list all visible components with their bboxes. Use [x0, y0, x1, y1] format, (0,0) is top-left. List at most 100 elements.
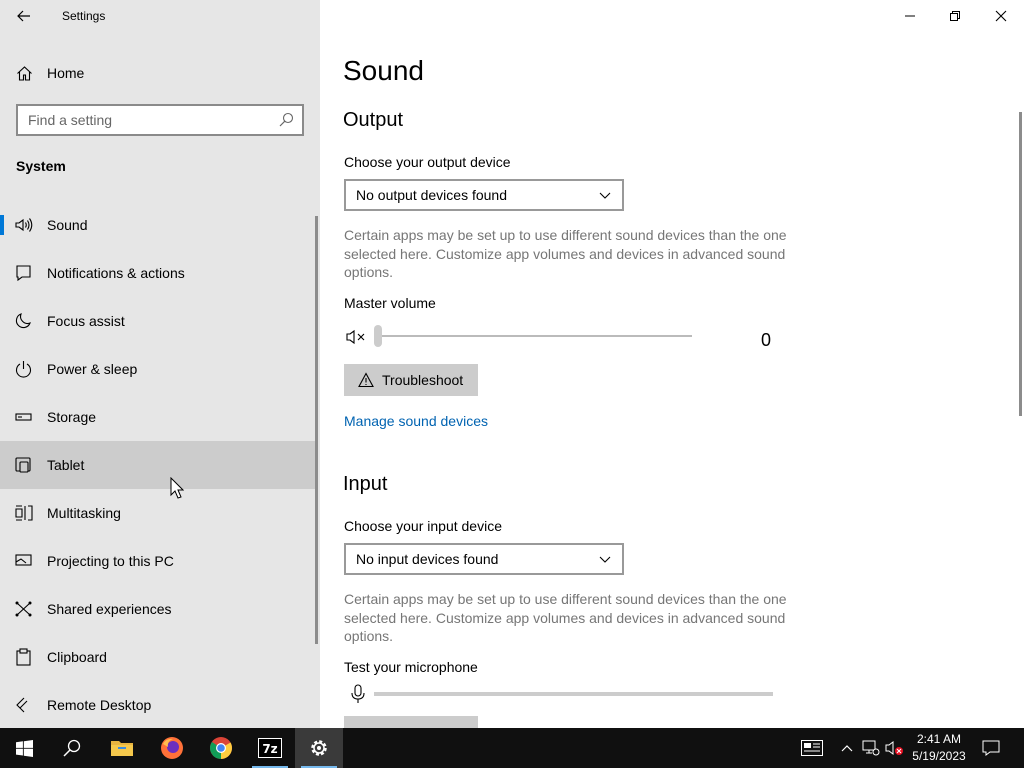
sidebar-item-projecting[interactable]: Projecting to this PC	[0, 537, 316, 585]
sidebar-item-tablet[interactable]: Tablet	[0, 441, 316, 489]
speaker-icon	[15, 218, 33, 232]
sidebar-item-label: Notifications & actions	[47, 265, 185, 281]
master-volume-value: 0	[761, 330, 772, 350]
taskbar-search-button[interactable]	[48, 728, 96, 768]
sidebar-item-label: Focus assist	[47, 313, 125, 329]
action-center-icon	[982, 740, 1000, 756]
chevron-down-icon	[599, 192, 611, 199]
partially-visible-button[interactable]	[344, 716, 478, 728]
tablet-icon	[15, 457, 31, 473]
news-icon	[801, 740, 823, 756]
speaker-muted-icon	[885, 741, 903, 755]
main-scrollbar[interactable]	[1019, 112, 1022, 416]
taskbar-firefox[interactable]	[148, 728, 196, 768]
sidebar-item-label: Multitasking	[47, 505, 121, 521]
clipboard-icon	[16, 648, 31, 666]
arrow-left-icon	[17, 10, 30, 22]
sidebar-item-focus-assist[interactable]: Focus assist	[0, 297, 316, 345]
chevron-down-icon	[599, 556, 611, 563]
microphone-level-meter	[374, 692, 773, 696]
start-button[interactable]	[0, 728, 48, 768]
sidebar-item-notifications[interactable]: Notifications & actions	[0, 249, 316, 297]
restore-button[interactable]	[932, 0, 978, 32]
app-title: Settings	[62, 9, 106, 23]
network-icon	[862, 740, 880, 756]
selection-indicator	[0, 215, 4, 235]
sidebar-item-label: Sound	[47, 217, 88, 233]
sidebar-item-power-sleep[interactable]: Power & sleep	[0, 345, 316, 393]
action-center-button[interactable]	[981, 738, 1001, 758]
sidebar-item-shared-experiences[interactable]: Shared experiences	[0, 585, 316, 633]
sidebar: Settings Home System Sound Notifications…	[0, 0, 320, 728]
clock-time: 2:41 AM	[916, 732, 962, 746]
home-label: Home	[47, 65, 85, 81]
news-widget[interactable]	[800, 738, 824, 758]
output-device-dropdown[interactable]: No output devices found	[344, 179, 624, 211]
sidebar-item-storage[interactable]: Storage	[0, 393, 316, 441]
troubleshoot-label: Troubleshoot	[382, 372, 464, 388]
master-volume-label: Master volume	[344, 295, 436, 311]
section-label-system: System	[16, 158, 66, 174]
input-device-label: Choose your input device	[344, 518, 502, 534]
manage-sound-devices-link[interactable]: Manage sound devices	[344, 413, 488, 429]
sidebar-nav: Sound Notifications & actions Focus assi…	[0, 201, 316, 728]
start-icon	[15, 739, 33, 757]
notification-icon	[16, 265, 31, 282]
mouse-cursor-icon	[170, 477, 184, 499]
taskbar: 7z 2:41 AM 5/19/2023	[0, 728, 1024, 768]
microphone-icon	[351, 684, 365, 703]
input-device-dropdown[interactable]: No input devices found	[344, 543, 624, 575]
search-icon[interactable]	[278, 112, 294, 128]
taskbar-clock[interactable]: 2:41 AM 5/19/2023	[906, 731, 972, 765]
sidebar-item-home[interactable]: Home	[0, 56, 320, 90]
sidebar-item-label: Shared experiences	[47, 601, 172, 617]
taskbar-chrome[interactable]	[197, 728, 245, 768]
sidebar-item-sound[interactable]: Sound	[0, 201, 316, 249]
output-device-value: No output devices found	[356, 187, 507, 203]
firefox-icon	[161, 737, 183, 759]
sidebar-item-clipboard[interactable]: Clipboard	[0, 633, 316, 681]
output-device-label: Choose your output device	[344, 154, 511, 170]
search-box[interactable]	[16, 104, 304, 136]
search-icon	[63, 739, 81, 757]
close-button[interactable]	[978, 0, 1024, 32]
speaker-mute-icon[interactable]	[346, 328, 368, 346]
taskbar-settings[interactable]	[295, 728, 343, 768]
minimize-button[interactable]	[887, 0, 933, 32]
back-button[interactable]	[10, 4, 38, 28]
close-icon	[995, 10, 1007, 22]
multitasking-icon	[15, 505, 33, 521]
page-title: Sound	[343, 55, 424, 86]
search-input[interactable]	[18, 106, 268, 134]
network-status[interactable]	[861, 738, 881, 758]
7zip-icon: 7z	[258, 738, 282, 758]
svg-text:7z: 7z	[262, 742, 277, 756]
remote-desktop-icon	[16, 697, 28, 713]
show-hidden-icons-button[interactable]	[837, 738, 857, 758]
shared-icon	[15, 601, 32, 617]
file-explorer-icon	[111, 741, 133, 756]
sidebar-item-label: Power & sleep	[47, 361, 138, 377]
warning-icon	[358, 372, 374, 388]
troubleshoot-button[interactable]: Troubleshoot	[344, 364, 478, 396]
sidebar-scrollbar[interactable]	[315, 216, 318, 644]
home-icon	[17, 66, 32, 81]
volume-status[interactable]	[885, 738, 905, 758]
master-volume-thumb[interactable]	[374, 325, 382, 347]
output-heading: Output	[343, 109, 404, 131]
sidebar-item-label: Tablet	[47, 457, 85, 473]
sidebar-item-label: Clipboard	[47, 649, 107, 665]
input-heading: Input	[343, 473, 388, 495]
clock-date: 5/19/2023	[912, 749, 966, 763]
taskbar-file-explorer[interactable]	[98, 728, 146, 768]
master-volume-slider[interactable]	[378, 335, 692, 337]
input-description: Certain apps may be set up to use differ…	[344, 591, 787, 644]
output-description: Certain apps may be set up to use differ…	[344, 227, 787, 280]
sidebar-item-remote-desktop[interactable]: Remote Desktop	[0, 681, 316, 728]
storage-icon	[15, 413, 32, 421]
minimize-icon	[905, 15, 915, 17]
input-device-value: No input devices found	[356, 551, 499, 567]
moon-icon	[15, 313, 31, 329]
sidebar-item-multitasking[interactable]: Multitasking	[0, 489, 316, 537]
taskbar-7zip[interactable]: 7z	[246, 728, 294, 768]
